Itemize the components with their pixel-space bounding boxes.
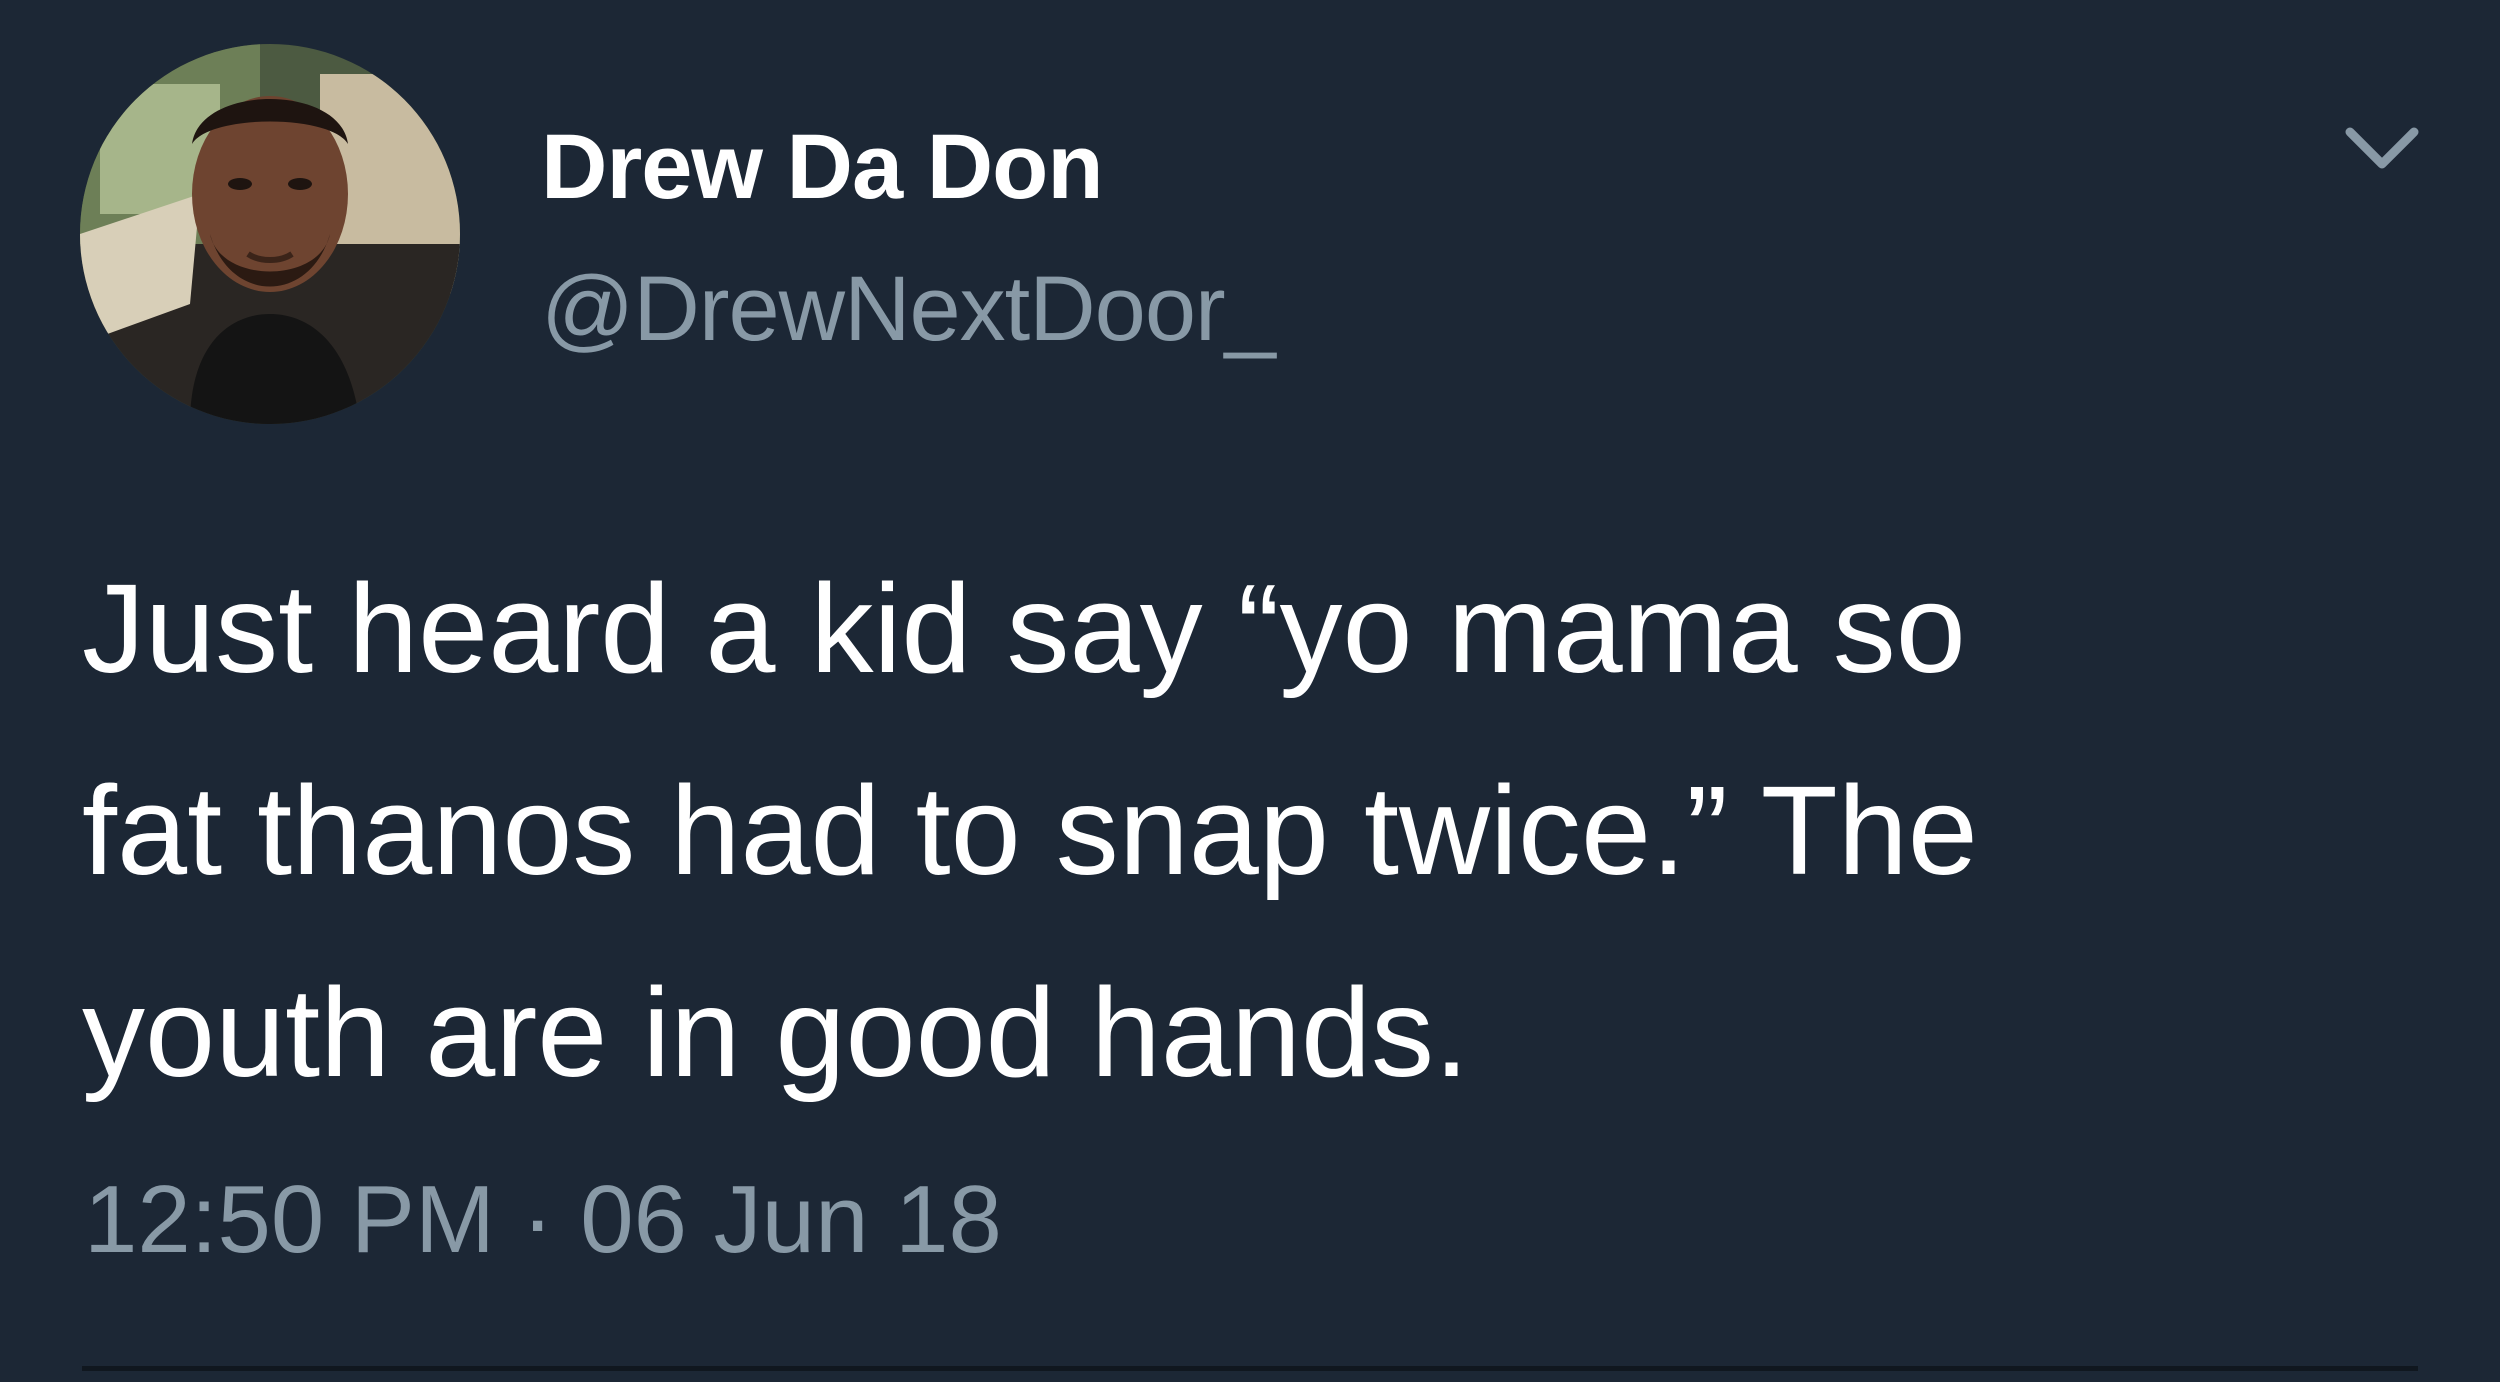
tweet-timestamp[interactable]: 12:50 PM · 06 Jun 18	[84, 1160, 1002, 1280]
tweet-text: Just heard a kid say “yo mama so fat tha…	[82, 528, 2482, 1134]
avatar[interactable]	[80, 44, 460, 424]
tweet-text-line: fat thanos had to snap twice.” The	[82, 760, 1978, 901]
tweet-card: Drew Da Don @DrewNextDoor_ Just heard a …	[0, 0, 2500, 1382]
chevron-down-icon[interactable]	[2340, 112, 2424, 182]
divider	[82, 1366, 2418, 1371]
profile-photo	[80, 44, 460, 424]
user-handle[interactable]: @DrewNextDoor_	[541, 254, 1276, 364]
tweet-text-line: youth are in good hands.	[82, 962, 1470, 1103]
tweet-text-line: Just heard a kid say “yo mama so	[82, 558, 1966, 699]
display-name[interactable]: Drew Da Don	[541, 112, 1104, 222]
